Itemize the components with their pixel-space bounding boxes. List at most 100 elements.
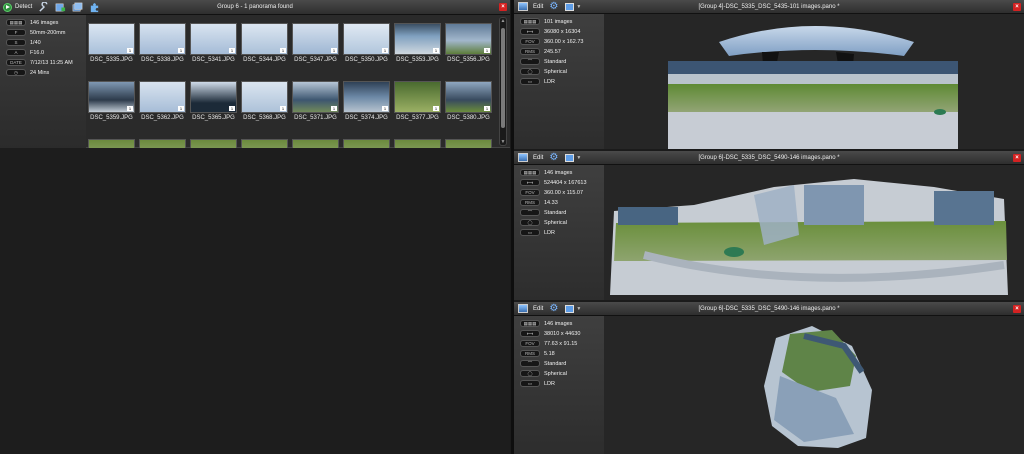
thumbnail-image [292,139,339,148]
view-mode-icon[interactable] [565,2,575,11]
scroll-down-icon[interactable]: ▼ [500,139,506,145]
chevron-down-icon[interactable]: ▼ [576,306,581,312]
thumbnail-badge: 1 [280,48,286,53]
thumbnail-image: 1 [139,23,186,55]
panorama-preview[interactable] [604,316,1024,454]
blend-icon: ⌒ [520,58,540,65]
thumbnail[interactable]: 1 DSC_5341.JPG [190,23,237,74]
edit-button[interactable]: Edit [530,151,546,164]
size-icon: ⟷ [520,330,540,337]
wrench-icon[interactable] [38,1,49,13]
thumbnail[interactable]: 1 DSC_5362.JPG [139,81,186,132]
edit-icon[interactable] [518,304,528,313]
thumbnail-badge: 1 [280,106,286,111]
thumbnail[interactable]: 1 DSC_5374.JPG [343,81,390,132]
thumbnail[interactable]: 1 DSC_5338.JPG [139,23,186,74]
thumbnail[interactable] [394,139,441,148]
close-button[interactable]: × [499,3,507,11]
panorama-image [764,326,872,448]
panorama-pane-2: Edit ⚙ ▼ [Group 6]-DSC_5335_DSC_5490-146… [514,151,1024,300]
thumbnail[interactable]: 1 DSC_5335.JPG [88,23,135,74]
panorama-pane-1: Edit ⚙ ▼ [Group 4]-DSC_5335_DSC_5435-101… [514,0,1024,149]
thumbnail[interactable] [139,139,186,148]
gear-icon[interactable]: ⚙ [549,303,558,314]
grid-icon: ▦▦▦ [520,169,540,176]
gear-icon[interactable]: ⚙ [549,1,558,12]
thumbnail[interactable] [445,139,492,148]
thumbnail[interactable]: 1 DSC_5359.JPG [88,81,135,132]
edit-icon[interactable] [518,153,528,162]
edit-button[interactable]: Edit [530,0,546,13]
thumbnail[interactable]: 1 DSC_5377.JPG [394,81,441,132]
thumbnail-badge: 1 [433,48,439,53]
puzzle-icon[interactable] [89,2,100,13]
close-button[interactable]: × [1013,3,1021,11]
pane-info: ▦▦▦ 146 images ⟷ 524404 x 167613 FOV 360.00… [514,165,604,300]
grid-icon: ▦▦▦ [520,18,540,25]
size-icon: ⟷ [520,179,540,186]
scroll-thumb[interactable] [501,28,505,128]
thumbnail[interactable]: 1 DSC_5365.JPG [190,81,237,132]
scroll-up-icon[interactable]: ▲ [500,18,506,24]
thumbnail-image: 1 [190,81,237,113]
thumbnail[interactable]: 1 DSC_5371.JPG [292,81,339,132]
thumbnail-image [88,139,135,148]
thumbnail[interactable]: 1 DSC_5356.JPG [445,23,492,74]
thumbnail-label: DSC_5344.JPG [243,57,286,63]
grid-icon: ▦▦▦ [6,19,26,26]
view-mode-icon[interactable] [565,153,575,162]
info-row-count: ▦▦▦ 146 images [0,18,86,27]
pane-toolbar: Edit ⚙ ▼ [Group 4]-DSC_5335_DSC_5435-101… [514,0,1024,14]
projection-icon: ◯ [520,219,540,226]
pane-info: ▦▦▦ 146 images ⟷ 38010 x 44630 FOV 77.63 x … [514,316,604,454]
pane-info: ▦▦▦ 101 images ⟷ 36080 x 16304 FOV 360.00 x… [514,14,604,149]
chevron-down-icon[interactable]: ▼ [576,155,581,161]
close-button[interactable]: × [1013,154,1021,162]
thumbnail[interactable] [88,139,135,148]
detect-label: Detect [15,4,33,10]
gear-icon[interactable]: ⚙ [549,152,558,163]
thumbnail-image: 1 [139,81,186,113]
thumbnail[interactable]: 1 DSC_5344.JPG [241,23,288,74]
info-row-focal: F 50mm-200mm [0,28,86,37]
info-row-shutter: S 1/40 [0,38,86,47]
thumbnail[interactable]: 1 DSC_5380.JPG [445,81,492,132]
view-mode-icon[interactable] [565,304,575,313]
chevron-down-icon[interactable]: ▼ [576,4,581,10]
thumbnail-scrollbar[interactable]: ▲ ▼ [499,17,507,146]
close-button[interactable]: × [1013,305,1021,313]
thumbnail[interactable]: 1 DSC_5347.JPG [292,23,339,74]
thumbnail-badge: 1 [484,106,490,111]
thumbnail[interactable] [241,139,288,148]
image-stack-icon[interactable] [72,2,83,13]
thumbnail[interactable] [190,139,237,148]
thumbnail-image: 1 [343,81,390,113]
thumbnail-label: DSC_5377.JPG [396,115,439,121]
thumbnail-label: DSC_5365.JPG [192,115,235,121]
thumbnail[interactable] [292,139,339,148]
thumbnail[interactable]: 1 DSC_5350.JPG [343,23,390,74]
thumbnail[interactable]: 1 DSC_5368.JPG [241,81,288,132]
thumbnail-label: DSC_5338.JPG [141,57,184,63]
thumbnail-label: DSC_5356.JPG [447,57,490,63]
panorama-pane-3: Edit ⚙ ▼ [Group 6]-DSC_5335_DSC_5490-146… [514,302,1024,454]
thumbnail-image: 1 [241,81,288,113]
thumbnail-label: DSC_5341.JPG [192,57,235,63]
panorama-preview[interactable] [604,165,1024,300]
projection-icon: ◯ [520,370,540,377]
thumbnail-badge: 1 [127,48,133,53]
thumbnail[interactable]: 1 DSC_5353.JPG [394,23,441,74]
thumbnail-image [394,139,441,148]
detect-button[interactable]: Detect [0,1,35,14]
info-row-aperture: A F16.0 [0,48,86,57]
thumbnail-badge: 1 [331,106,337,111]
thumbnail[interactable] [343,139,390,148]
edit-icon[interactable] [518,2,528,11]
panorama-preview[interactable] [604,14,1024,149]
thumbnail-badge: 1 [484,48,490,53]
clock-icon: ◷ [6,69,26,76]
range-icon: ▭ [520,380,540,387]
edit-button[interactable]: Edit [530,302,546,315]
info-row-duration: ◷ 24 Mins [0,68,86,77]
add-images-icon[interactable] [55,2,66,13]
